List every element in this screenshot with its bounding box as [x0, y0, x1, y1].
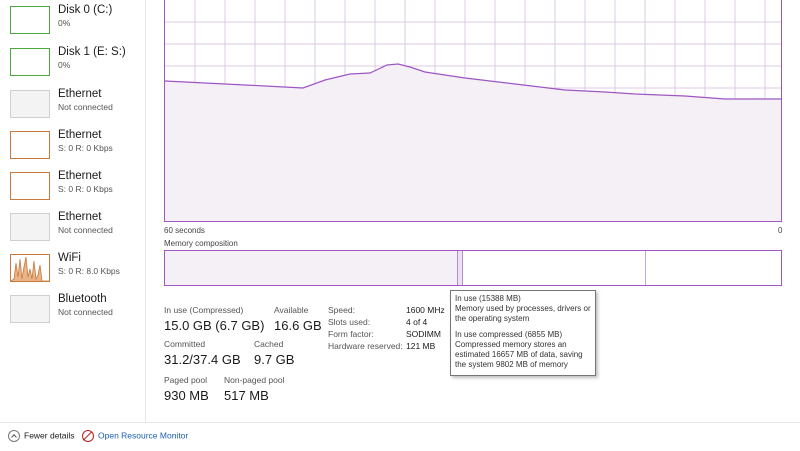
tooltip-line: the system 9802 MB of memory — [455, 360, 568, 369]
open-resource-monitor-link[interactable]: Open Resource Monitor — [82, 430, 188, 442]
wifi-thumbnail — [10, 254, 50, 282]
speed-label: Speed: — [328, 305, 355, 315]
tooltip-line: In use compressed (6855 MB) — [455, 330, 563, 339]
form-factor-value: SODIMM — [406, 329, 441, 339]
graph-axis-left-label: 60 seconds — [164, 226, 205, 235]
committed-label: Committed — [164, 339, 206, 349]
sidebar-item-sub: 0% — [58, 60, 71, 70]
sidebar-item-bluetooth[interactable]: Bluetooth Not connected — [0, 293, 145, 336]
sidebar-item-name: Disk 0 (C:) — [58, 4, 113, 16]
sidebar-item-sub: S: 0 R: 8.0 Kbps — [58, 266, 120, 276]
memory-composition-in-use[interactable] — [165, 251, 457, 285]
tooltip-line: the operating system — [455, 314, 530, 323]
committed-value: 31.2/37.4 GB — [164, 352, 241, 367]
tooltip-line: estimated 16657 MB of data, saving — [455, 350, 583, 359]
sidebar-item-disk-0[interactable]: Disk 0 (C:) 0% — [0, 4, 145, 47]
memory-composition-divider — [462, 251, 463, 285]
in-use-tooltip: In use (15388 MB) Memory used by process… — [450, 290, 596, 376]
sidebar-item-sub: Not connected — [58, 225, 113, 235]
sidebar-item-name: WiFi — [58, 252, 81, 264]
sidebar-item-ethernet-1[interactable]: Ethernet Not connected — [0, 88, 145, 131]
memory-usage-plot — [165, 0, 781, 221]
speed-value: 1600 MHz — [406, 305, 445, 315]
tooltip-line: In use (15388 MB) — [455, 294, 521, 303]
available-label: Available — [274, 305, 309, 315]
memory-composition-divider — [645, 251, 646, 285]
disk-1-thumbnail — [10, 48, 50, 76]
wifi-activity-sparkline — [10, 256, 49, 282]
sidebar-item-name: Ethernet — [58, 88, 102, 100]
sidebar: Disk 0 (C:) 0% Disk 1 (E: S:) 0% Etherne… — [0, 0, 146, 422]
nonpaged-pool-value: 517 MB — [224, 388, 269, 403]
chevron-up-circle-icon — [8, 430, 20, 442]
memory-composition-bar[interactable] — [164, 250, 782, 286]
resource-monitor-icon — [82, 430, 94, 442]
hardware-reserved-label: Hardware reserved: — [328, 341, 403, 351]
disk-0-thumbnail — [10, 6, 50, 34]
sidebar-item-wifi[interactable]: WiFi S: 0 R: 8.0 Kbps — [0, 252, 145, 295]
sidebar-item-name: Ethernet — [58, 129, 102, 141]
memory-composition-label: Memory composition — [164, 239, 238, 248]
sidebar-item-sub: S: 0 R: 0 Kbps — [58, 184, 113, 194]
sidebar-item-sub: S: 0 R: 0 Kbps — [58, 143, 113, 153]
in-use-value: 15.0 GB (6.7 GB) — [164, 318, 265, 333]
sidebar-item-sub: 0% — [58, 18, 71, 28]
sidebar-item-name: Ethernet — [58, 211, 102, 223]
fewer-details-label: Fewer details — [24, 430, 75, 441]
fewer-details-button[interactable]: Fewer details — [8, 430, 75, 442]
ethernet-thumbnail — [10, 131, 50, 159]
sidebar-item-ethernet-4[interactable]: Ethernet Not connected — [0, 211, 145, 254]
sidebar-item-sub: Not connected — [58, 307, 113, 317]
memory-usage-graph — [164, 0, 782, 222]
ethernet-thumbnail — [10, 172, 50, 200]
available-value: 16.6 GB — [274, 318, 322, 333]
footer-bar: Fewer details Open Resource Monitor — [0, 422, 800, 451]
tooltip-line: Compressed memory stores an — [455, 340, 567, 349]
sidebar-item-ethernet-3[interactable]: Ethernet S: 0 R: 0 Kbps — [0, 170, 145, 213]
slots-used-label: Slots used: — [328, 317, 371, 327]
in-use-label: In use (Compressed) — [164, 305, 244, 315]
open-resource-monitor-label: Open Resource Monitor — [98, 430, 189, 441]
sidebar-item-name: Bluetooth — [58, 293, 107, 305]
cached-label: Cached — [254, 339, 284, 349]
ethernet-thumbnail — [10, 90, 50, 118]
nonpaged-pool-label: Non-paged pool — [224, 375, 285, 385]
tooltip-line: Memory used by processes, drivers or — [455, 304, 591, 313]
ethernet-thumbnail — [10, 213, 50, 241]
cached-value: 9.7 GB — [254, 352, 295, 367]
sidebar-item-name: Disk 1 (E: S:) — [58, 46, 126, 58]
form-factor-label: Form factor: — [328, 329, 374, 339]
graph-axis-right-label: 0 — [778, 226, 783, 235]
sidebar-item-ethernet-2[interactable]: Ethernet S: 0 R: 0 Kbps — [0, 129, 145, 172]
sidebar-item-sub: Not connected — [58, 102, 113, 112]
paged-pool-label: Paged pool — [164, 375, 208, 385]
hardware-reserved-value: 121 MB — [406, 341, 436, 351]
sidebar-item-name: Ethernet — [58, 170, 102, 182]
slots-used-value: 4 of 4 — [406, 317, 428, 327]
paged-pool-value: 930 MB — [164, 388, 209, 403]
bluetooth-thumbnail — [10, 295, 50, 323]
sidebar-item-disk-1[interactable]: Disk 1 (E: S:) 0% — [0, 46, 145, 89]
